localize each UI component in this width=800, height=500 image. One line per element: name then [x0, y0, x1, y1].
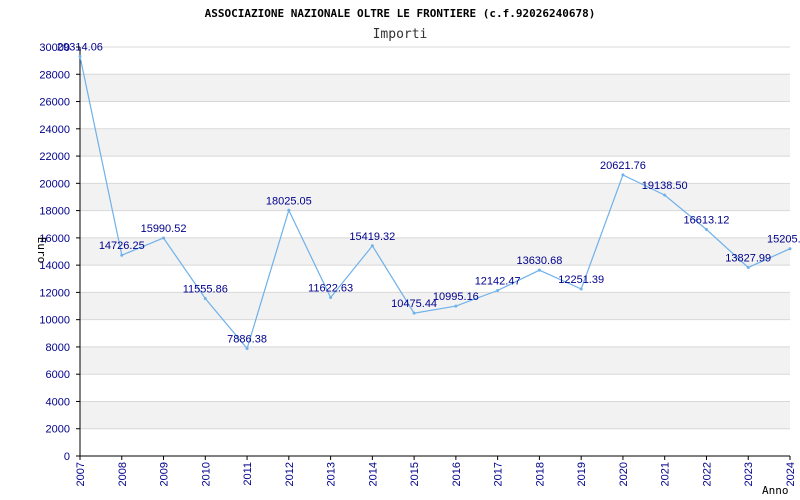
grid-band — [80, 237, 790, 266]
x-tick-label: 2011 — [242, 462, 254, 486]
data-point — [412, 311, 416, 315]
y-tick-label: 10000 — [39, 315, 70, 327]
y-tick-label: 28000 — [39, 69, 70, 81]
chart-title: ASSOCIAZIONE NAZIONALE OLTRE LE FRONTIER… — [205, 7, 596, 20]
x-tick-label: 2020 — [618, 462, 630, 486]
data-label: 29314.06 — [57, 41, 103, 53]
data-point — [788, 247, 792, 251]
line-chart: 0200040006000800010000120001400016000180… — [35, 7, 800, 497]
y-tick-label: 12000 — [39, 287, 70, 299]
x-tick-label: 2009 — [159, 462, 171, 486]
y-tick-label: 4000 — [46, 396, 70, 408]
data-label: 13827.99 — [725, 252, 771, 264]
x-axis-ticks: 2007 2008 2009 2010 2011 2012 2013 2014 2015 2016… — [75, 456, 797, 486]
data-point — [329, 296, 333, 300]
x-tick-label: 2022 — [701, 462, 713, 486]
x-tick-label: 2021 — [660, 462, 672, 486]
y-tick-label: 8000 — [46, 342, 70, 354]
data-label: 11622.63 — [308, 283, 353, 295]
data-point — [203, 296, 207, 300]
x-tick-label: 2007 — [75, 462, 87, 486]
data-point — [454, 304, 458, 308]
data-point — [496, 288, 500, 292]
y-tick-label: 0 — [64, 451, 70, 463]
data-label: 10995.16 — [433, 291, 479, 303]
data-label: 11555.86 — [183, 283, 228, 295]
x-tick-label: 2013 — [326, 462, 338, 486]
grid-band — [80, 74, 790, 102]
y-tick-label: 18000 — [39, 206, 70, 218]
y-tick-label: 20000 — [39, 178, 70, 190]
grid-band — [80, 128, 790, 157]
y-tick-label: 26000 — [39, 97, 70, 109]
y-axis-label: Euro — [35, 237, 48, 264]
data-label: 13630.68 — [516, 255, 562, 267]
data-point — [579, 287, 583, 291]
grid-band — [80, 401, 790, 429]
chart-subtitle: Importi — [373, 27, 428, 42]
data-point — [78, 54, 82, 58]
data-point — [162, 236, 166, 240]
data-label: 19138.50 — [642, 180, 688, 192]
y-tick-label: 2000 — [46, 424, 70, 436]
data-label: 7886.38 — [227, 333, 267, 345]
data-point — [370, 244, 374, 248]
x-tick-label: 2008 — [117, 462, 129, 486]
x-tick-label: 2019 — [576, 462, 588, 486]
x-axis-label: Anno — [762, 484, 789, 497]
data-point — [621, 173, 625, 177]
data-label: 10475.44 — [391, 298, 437, 310]
x-tick-label: 2024 — [785, 462, 797, 486]
x-tick-label: 2014 — [367, 462, 379, 486]
data-point — [120, 253, 124, 257]
data-label: 15419.32 — [349, 231, 395, 243]
x-tick-label: 2010 — [200, 462, 212, 486]
data-point — [663, 193, 667, 197]
x-tick-label: 2016 — [451, 462, 463, 486]
y-tick-label: 22000 — [39, 151, 70, 163]
x-tick-label: 2018 — [534, 462, 546, 486]
data-label: 18025.05 — [266, 195, 312, 207]
data-label: 12251.39 — [558, 274, 604, 286]
data-point — [704, 228, 708, 232]
data-label: 20621.76 — [600, 160, 646, 172]
data-label: 14726.25 — [99, 240, 145, 252]
background-bands — [80, 74, 790, 429]
x-tick-label: 2023 — [743, 462, 755, 486]
data-label: 15990.52 — [141, 223, 187, 235]
data-label: 16613.12 — [684, 215, 730, 227]
y-tick-label: 24000 — [39, 124, 70, 136]
data-label: 12142.47 — [475, 275, 521, 287]
data-point — [746, 265, 750, 269]
data-label: 15205.31 — [767, 234, 800, 246]
x-tick-label: 2012 — [284, 462, 296, 486]
x-tick-label: 2017 — [493, 462, 505, 486]
y-tick-label: 6000 — [46, 369, 70, 381]
x-tick-label: 2015 — [409, 462, 421, 486]
data-point — [537, 268, 541, 272]
data-point — [245, 346, 249, 350]
data-point — [287, 208, 291, 212]
grid-band — [80, 346, 790, 375]
